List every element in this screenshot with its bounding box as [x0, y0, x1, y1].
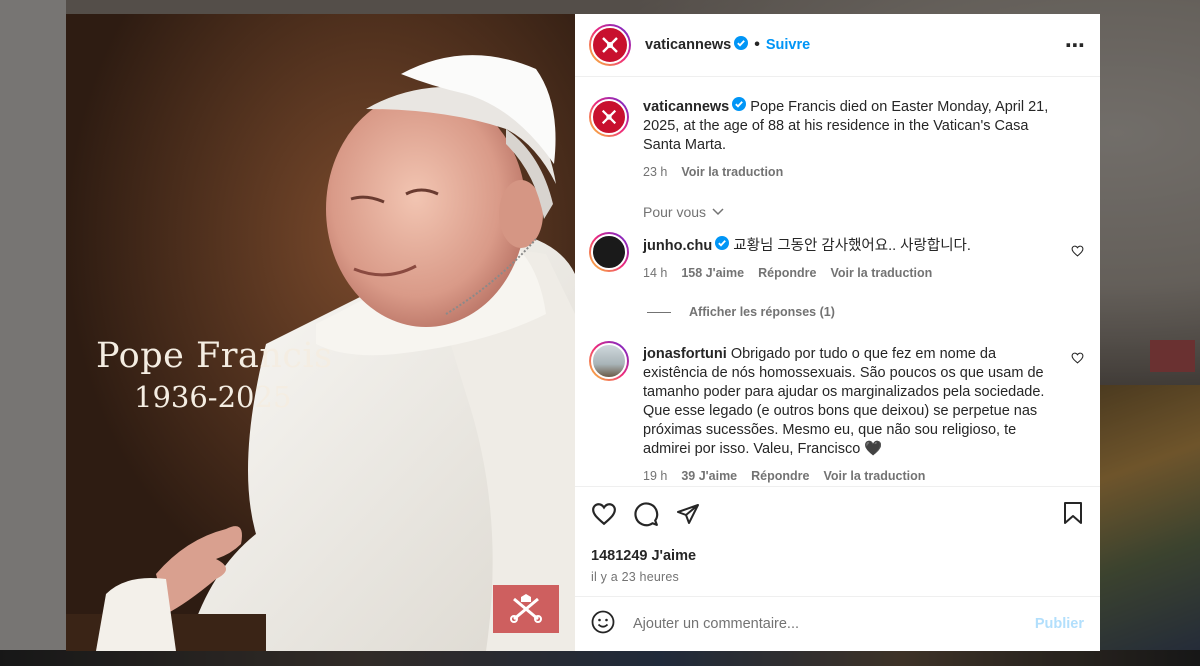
comment-item: junho.chu 교황님 그동안 감사했어요.. 사랑합니다. 14 h 15… — [589, 232, 1086, 283]
user-avatar-icon — [591, 343, 627, 379]
caption: vaticannews Pope Francis died on Easter … — [589, 97, 1086, 182]
likes-count[interactable]: 1481249 J'aime — [591, 548, 1084, 564]
comment-time[interactable]: 19 h — [643, 467, 667, 486]
pope-portrait-illustration — [66, 14, 575, 651]
caption-username[interactable]: vaticannews — [643, 99, 729, 115]
post-actions: 1481249 J'aime il y a 23 heures — [575, 486, 1100, 596]
share-paper-plane-icon[interactable] — [675, 502, 701, 531]
header-username[interactable]: vaticannews — [645, 37, 731, 53]
comment-item: jonasfortuni Obrigado por tudo o que fez… — [589, 341, 1086, 486]
like-heart-icon[interactable] — [591, 502, 617, 531]
vatican-news-watermark-logo — [493, 585, 559, 633]
comment-text: 교황님 그동안 감사했어요.. 사랑합니다. — [733, 237, 971, 254]
comment-username[interactable]: jonasfortuni — [643, 346, 727, 362]
comment-like-heart-icon[interactable] — [1071, 351, 1084, 369]
separator-dot: • — [754, 36, 760, 53]
image-years-text: 1936-2025 — [134, 380, 292, 414]
verified-badge-icon — [734, 35, 749, 55]
user-avatar-icon — [591, 234, 627, 270]
avatar[interactable] — [589, 341, 629, 381]
comment-input[interactable]: Ajouter un commentaire... — [633, 616, 1017, 632]
post-timestamp[interactable]: il y a 23 heures — [591, 570, 1084, 584]
comment-reply-button[interactable]: Répondre — [758, 264, 816, 283]
verified-badge-icon — [715, 236, 730, 256]
vatican-logo-icon — [591, 99, 627, 135]
bookmark-icon[interactable] — [1062, 501, 1084, 530]
avatar[interactable] — [589, 24, 631, 66]
comment-username[interactable]: junho.chu — [643, 238, 712, 254]
follow-button[interactable]: Suivre — [766, 37, 810, 53]
avatar[interactable] — [589, 232, 629, 272]
comment-translate-link[interactable]: Voir la traduction — [830, 264, 932, 283]
comment-like-heart-icon[interactable] — [1071, 244, 1084, 262]
caption-translate-link[interactable]: Voir la traduction — [681, 163, 783, 182]
post-header: vaticannews • Suivre ⋯ — [575, 14, 1100, 77]
chevron-down-icon — [712, 208, 724, 216]
comment-text: Obrigado por tudo o que fez em nome da e… — [643, 346, 1045, 457]
emoji-smiley-icon[interactable] — [591, 610, 615, 639]
post-image: Pope Francis 1936-2025 — [66, 14, 575, 651]
replies-line — [647, 311, 671, 313]
for-you-toggle[interactable]: Pour vous — [643, 204, 1086, 220]
verified-badge-icon — [732, 97, 747, 117]
comment-time[interactable]: 14 h — [643, 264, 667, 283]
post-sidebar: vaticannews • Suivre ⋯ vaticannews Pope … — [575, 14, 1100, 651]
view-replies-button[interactable]: Afficher les réponses (1) — [647, 305, 1086, 319]
post-modal: Pope Francis 1936-2025 vaticannews • Sui… — [66, 14, 1100, 651]
avatar[interactable] — [589, 97, 629, 137]
comment-likes[interactable]: 158 J'aime — [681, 264, 744, 283]
more-horizontal-icon[interactable]: ⋯ — [1065, 33, 1086, 58]
keys-icon — [510, 594, 542, 623]
comment-translate-link[interactable]: Voir la traduction — [823, 467, 925, 486]
vatican-logo-icon — [591, 26, 629, 64]
add-comment-bar: Ajouter un commentaire... Publier — [575, 596, 1100, 651]
publish-button[interactable]: Publier — [1035, 616, 1084, 632]
for-you-label: Pour vous — [643, 204, 707, 220]
comment-reply-button[interactable]: Répondre — [751, 467, 809, 486]
comment-bubble-icon[interactable] — [633, 501, 659, 532]
comments-list[interactable]: vaticannews Pope Francis died on Easter … — [575, 77, 1100, 486]
view-replies-label: Afficher les réponses (1) — [689, 305, 835, 319]
caption-time[interactable]: 23 h — [643, 163, 667, 182]
comment-likes[interactable]: 39 J'aime — [681, 467, 737, 486]
image-title-text: Pope Francis — [96, 336, 333, 376]
